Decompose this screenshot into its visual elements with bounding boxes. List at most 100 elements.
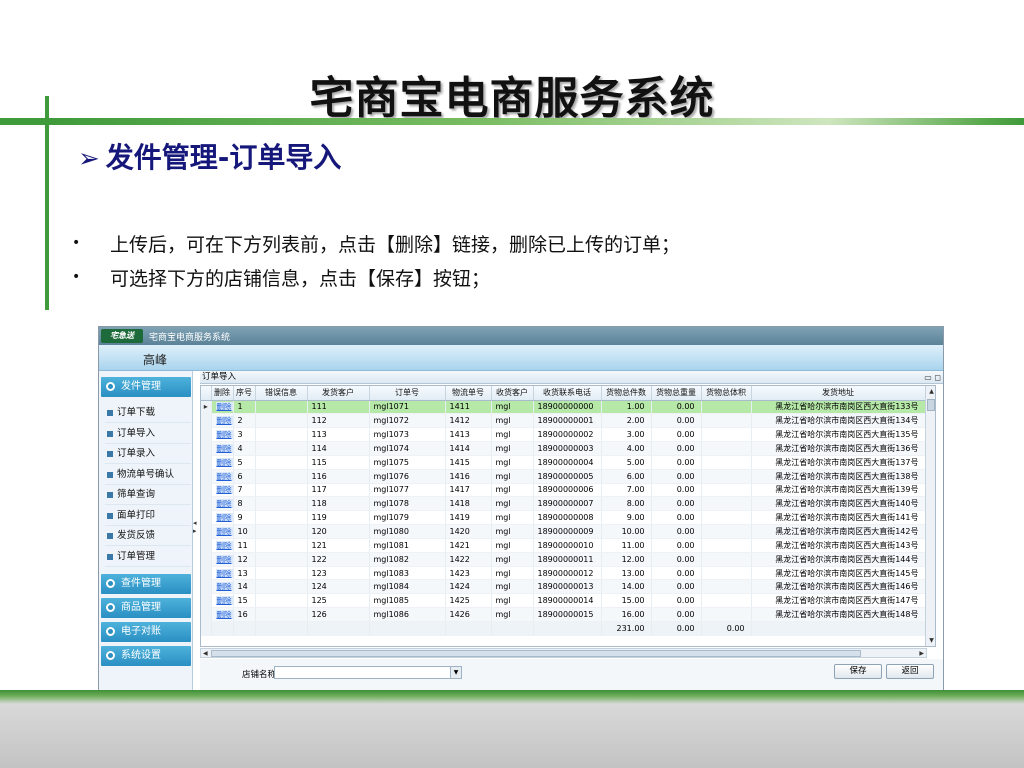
nav-section-products[interactable]: 商品管理 (101, 598, 191, 618)
delete-link[interactable]: 删除 (215, 610, 232, 620)
square-bullet-icon (107, 410, 113, 416)
row-indicator[interactable] (201, 496, 212, 512)
row-indicator[interactable] (201, 593, 212, 609)
table-row[interactable]: 删除 5 115 mgl1075 1415 mgl 18900000004 5.00 0.00 黑… (201, 455, 926, 470)
chevron-down-icon[interactable]: ▼ (450, 667, 461, 678)
row-indicator[interactable] (201, 607, 212, 622)
column-header[interactable]: 物流单号 (445, 386, 492, 401)
cell-weight: 0.00 (651, 579, 702, 595)
delete-link[interactable]: 删除 (215, 457, 232, 467)
delete-link[interactable]: 删除 (215, 471, 232, 481)
column-header[interactable]: 货物总重量 (651, 386, 702, 401)
row-indicator[interactable] (201, 510, 212, 526)
table-row[interactable]: 删除 14 124 mgl1084 1424 mgl 18900000013 14.00 0.0… (201, 579, 926, 595)
scroll-up-icon[interactable]: ▲ (927, 387, 935, 396)
row-indicator[interactable] (201, 566, 212, 581)
table-row[interactable]: 删除 11 121 mgl1081 1421 mgl 18900000010 11.00 0.0… (201, 538, 926, 553)
sidebar-item-tracking-confirm[interactable]: 物流单号确认 (105, 465, 191, 485)
scrollbar-thumb[interactable] (211, 650, 861, 657)
row-indicator[interactable] (201, 469, 212, 484)
row-indicator[interactable]: ▸ (201, 400, 212, 415)
sidebar-item-shipping-feedback[interactable]: 发货反馈 (105, 526, 191, 546)
table-row[interactable]: 删除 2 112 mgl1072 1412 mgl 18900000001 2.00 0.00 黑… (201, 413, 926, 429)
table-row[interactable]: 删除 9 119 mgl1079 1419 mgl 18900000008 9.00 0.00 黑… (201, 510, 926, 526)
row-indicator[interactable] (201, 524, 212, 539)
column-header[interactable]: 货物总件数 (601, 386, 652, 401)
delete-link[interactable]: 删除 (215, 568, 232, 578)
total-cell-empty (533, 621, 602, 636)
sidebar-item-order-download[interactable]: 订单下载 (105, 403, 191, 423)
scrollbar-thumb[interactable] (927, 399, 935, 411)
cell-pieces: 13.00 (601, 566, 652, 581)
nav-section-label: 电子对账 (121, 626, 161, 637)
table-row[interactable]: 删除 3 113 mgl1073 1413 mgl 18900000002 3.00 0.00 黑… (201, 427, 926, 443)
column-header[interactable]: 收货客户 (491, 386, 534, 401)
column-header[interactable]: 发货客户 (307, 386, 370, 401)
column-header[interactable]: 货物总体积 (701, 386, 752, 401)
store-select[interactable]: ▼ (274, 666, 462, 679)
nav-section-shipping[interactable]: 发件管理 (101, 377, 191, 397)
back-button[interactable]: 返回 (886, 664, 934, 679)
horizontal-scrollbar[interactable]: ◀ ▶ (200, 648, 927, 658)
column-header[interactable]: 删除 (211, 386, 234, 401)
scroll-left-icon[interactable]: ◀ (203, 649, 208, 658)
column-header[interactable]: 发货地址 (751, 386, 926, 401)
nav-section-tracking[interactable]: 查件管理 (101, 574, 191, 594)
delete-link[interactable]: 删除 (215, 527, 232, 537)
delete-link[interactable]: 删除 (215, 582, 232, 592)
table-row[interactable]: 删除 8 118 mgl1078 1418 mgl 18900000007 8.00 0.00 黑… (201, 496, 926, 512)
sidebar-item-order-import[interactable]: 订单导入 (105, 424, 191, 444)
delete-link[interactable]: 删除 (215, 402, 232, 412)
row-indicator[interactable] (201, 579, 212, 595)
cell-address: 黑龙江省哈尔滨市南岗区西大直街147号 (751, 593, 926, 609)
table-row[interactable]: 删除 6 116 mgl1076 1416 mgl 18900000005 6.00 0.00 黑… (201, 469, 926, 484)
cell-volume (701, 413, 752, 429)
row-indicator[interactable] (201, 538, 212, 553)
square-bullet-icon (107, 533, 113, 539)
sidebar-item-label-print[interactable]: 面单打印 (105, 506, 191, 526)
cell-error (255, 427, 308, 443)
delete-link[interactable]: 删除 (215, 430, 232, 440)
row-indicator[interactable] (201, 427, 212, 443)
table-row[interactable]: 删除 10 120 mgl1080 1420 mgl 18900000009 10.00 0.0… (201, 524, 926, 539)
row-indicator[interactable] (201, 441, 212, 456)
delete-link[interactable]: 删除 (215, 443, 232, 453)
scroll-down-icon[interactable]: ▼ (927, 636, 935, 645)
column-header[interactable]: 序号 (233, 386, 256, 401)
column-header[interactable]: 订单号 (369, 386, 446, 401)
sidebar-item-order-management[interactable]: 订单管理 (105, 547, 191, 567)
sidebar-item-filter-query[interactable]: 筛单查询 (105, 485, 191, 505)
save-button[interactable]: 保存 (834, 664, 882, 679)
table-row[interactable]: 删除 13 123 mgl1083 1423 mgl 18900000012 13.00 0.0… (201, 566, 926, 581)
delete-link[interactable]: 删除 (215, 416, 232, 426)
vertical-scrollbar[interactable]: ▲ ▼ (925, 386, 935, 646)
table-row[interactable]: 删除 15 125 mgl1085 1425 mgl 18900000014 15.00 0.0… (201, 593, 926, 609)
cell-error (255, 510, 308, 526)
sidebar: 发件管理 订单下载 订单导入 订单录入 物流单号确认 筛单查询 面单打印 发货反… (99, 371, 193, 691)
delete-link[interactable]: 删除 (215, 499, 232, 509)
table-row[interactable]: 删除 12 122 mgl1082 1422 mgl 18900000011 12.00 0.0… (201, 552, 926, 567)
row-indicator[interactable] (201, 552, 212, 567)
row-indicator[interactable] (201, 483, 212, 498)
window-controls-icon[interactable]: ▭ ◻ (924, 371, 941, 384)
table-row[interactable]: 删除 4 114 mgl1074 1414 mgl 18900000003 4.00 0.00 黑… (201, 441, 926, 456)
table-row[interactable]: ▸ 删除 1 111 mgl1071 1411 mgl 18900000000 1.00 0.00… (201, 400, 926, 415)
column-header[interactable]: 收货联系电话 (533, 386, 602, 401)
delete-link[interactable]: 删除 (215, 554, 232, 564)
delete-link[interactable]: 删除 (215, 485, 232, 495)
column-header[interactable]: 错误信息 (255, 386, 308, 401)
delete-link[interactable]: 删除 (215, 513, 232, 523)
nav-section-reconciliation[interactable]: 电子对账 (101, 622, 191, 642)
cell-error (255, 455, 308, 470)
delete-link[interactable]: 删除 (215, 540, 232, 550)
nav-section-settings[interactable]: 系统设置 (101, 646, 191, 666)
row-indicator[interactable] (201, 413, 212, 429)
delete-link[interactable]: 删除 (215, 596, 232, 606)
row-indicator[interactable] (201, 455, 212, 470)
scroll-right-icon[interactable]: ▶ (919, 649, 924, 658)
cell-error (255, 579, 308, 595)
table-row[interactable]: 删除 7 117 mgl1077 1417 mgl 18900000006 7.00 0.00 黑… (201, 483, 926, 498)
table-row[interactable]: 删除 16 126 mgl1086 1426 mgl 18900000015 16.00 0.0… (201, 607, 926, 622)
sidebar-collapse-toggle[interactable]: ◂ ▸ (193, 519, 197, 535)
sidebar-item-order-entry[interactable]: 订单录入 (105, 444, 191, 464)
